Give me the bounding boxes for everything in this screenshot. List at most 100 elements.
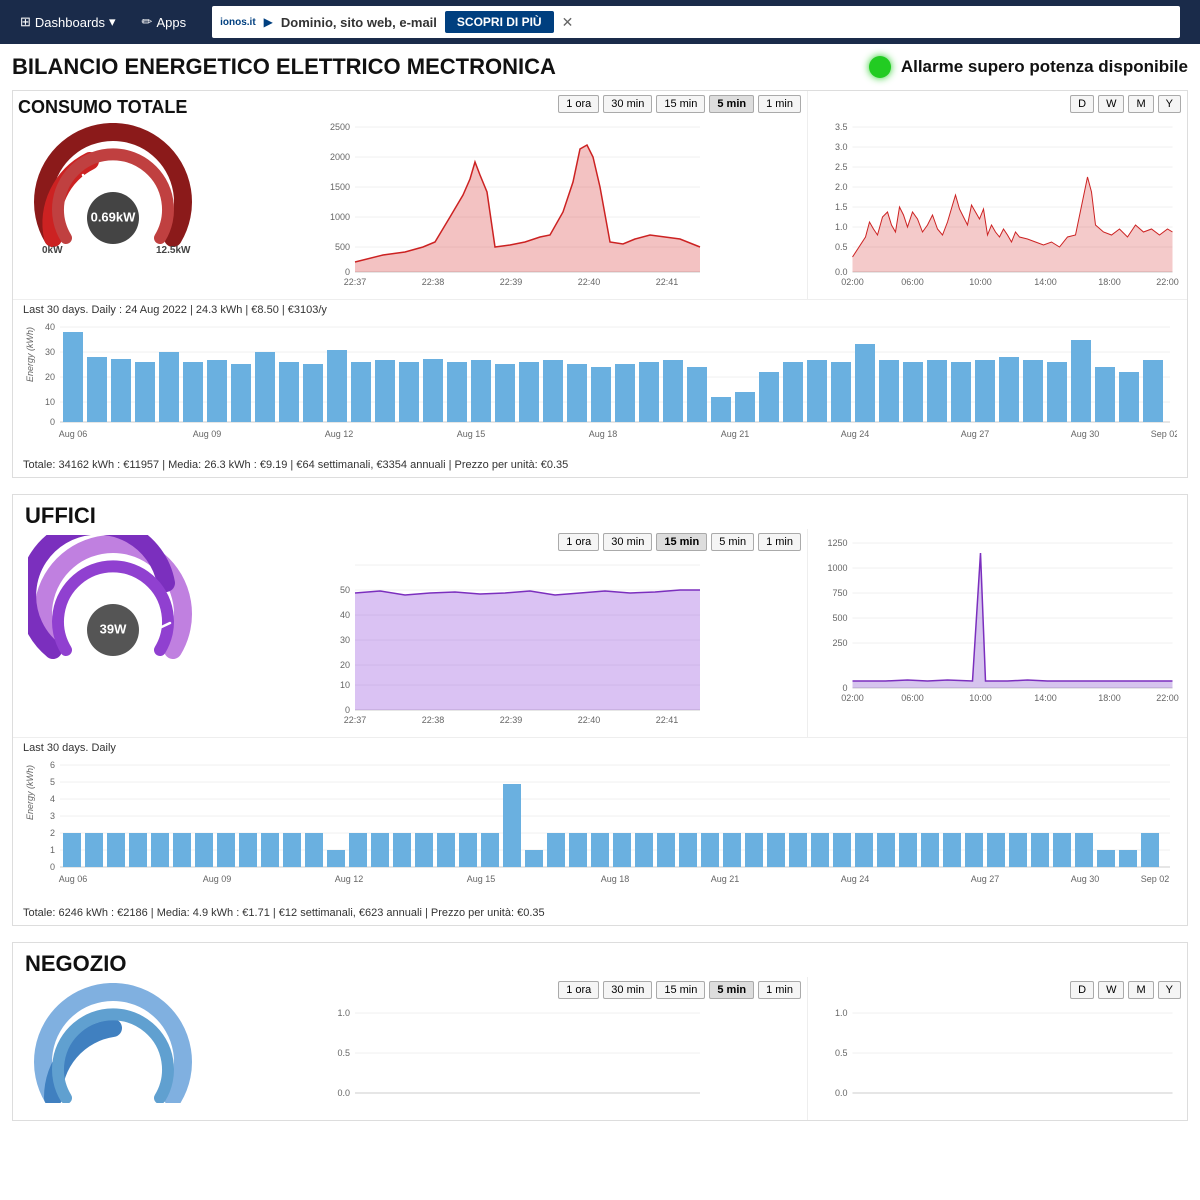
svg-text:10:00: 10:00 <box>969 693 992 703</box>
uffici-alarm-svg: 0 250 500 750 1000 1250 02:00 06:00 10:0… <box>814 533 1181 718</box>
time-btn-1ora[interactable]: 1 ora <box>558 95 599 113</box>
negozio-alarm-btn-W[interactable]: W <box>1098 981 1124 999</box>
ad-banner: ionos.it ▶ Dominio, sito web, e-mail SCO… <box>212 6 1180 38</box>
dashboards-button[interactable]: ⊞ Dashboards ▾ <box>10 8 126 36</box>
negozio-time-btn-1min[interactable]: 1 min <box>758 981 801 999</box>
negozio-alarm-time-buttons: D W M Y <box>814 981 1181 999</box>
svg-text:0kW: 0kW <box>42 245 63 256</box>
consumo-time-buttons: 1 ora 30 min 15 min 5 min 1 min <box>219 95 801 113</box>
svg-text:22:40: 22:40 <box>578 277 601 287</box>
negozio-time-btn-5min[interactable]: 5 min <box>709 981 754 999</box>
consumo-realtime-chart-box: 1 ora 30 min 15 min 5 min 1 min <box>213 91 807 299</box>
negozio-title: NEGOZIO <box>13 943 1187 977</box>
uffici-bar-chart: 0 1 2 3 4 5 6 <box>13 756 1187 905</box>
svg-text:Aug 30: Aug 30 <box>1071 429 1100 439</box>
svg-text:10: 10 <box>45 397 55 407</box>
page-title: BILANCIO ENERGETICO ELETTRICO MECTRONICA <box>12 54 556 80</box>
svg-text:3.5: 3.5 <box>835 122 848 132</box>
title-line1: BILANCIO ENERGETICO ELETTRICO MECTRONICA <box>12 54 556 80</box>
uffici-time-btn-1ora[interactable]: 1 ora <box>558 533 599 551</box>
svg-text:0.5: 0.5 <box>337 1048 350 1058</box>
consumo-totale-row: Totale: 34162 kWh : €11957 | Media: 26.3… <box>13 457 1187 477</box>
uffici-time-btn-30min[interactable]: 30 min <box>603 533 652 551</box>
svg-text:2: 2 <box>50 828 55 838</box>
apps-label: Apps <box>156 15 186 30</box>
uffici-top-row: 39W 1 ora 30 min 15 min 5 min 1 min <box>13 529 1187 737</box>
svg-text:Aug 24: Aug 24 <box>841 429 870 439</box>
alarm-btn-Y[interactable]: Y <box>1158 95 1181 113</box>
svg-text:18:00: 18:00 <box>1098 277 1121 287</box>
svg-text:18:00: 18:00 <box>1098 693 1121 703</box>
svg-text:Aug 12: Aug 12 <box>325 429 354 439</box>
time-btn-15min[interactable]: 15 min <box>656 95 705 113</box>
uffici-realtime-chart-box: 1 ora 30 min 15 min 5 min 1 min <box>213 529 807 737</box>
uffici-title: UFFICI <box>13 495 1187 529</box>
ad-close-button[interactable]: ✕ <box>562 14 574 31</box>
svg-text:Aug 09: Aug 09 <box>203 874 232 884</box>
svg-text:20: 20 <box>340 660 350 670</box>
svg-text:3: 3 <box>50 811 55 821</box>
consumo-left-panel: CONSUMO TOTALE 0.69kW <box>13 91 213 299</box>
svg-text:22:37: 22:37 <box>344 715 367 725</box>
alarm-btn-D[interactable]: D <box>1070 95 1094 113</box>
svg-text:2.5: 2.5 <box>835 162 848 172</box>
svg-text:22:41: 22:41 <box>656 277 679 287</box>
svg-text:Aug 06: Aug 06 <box>59 874 88 884</box>
svg-text:Aug 21: Aug 21 <box>711 874 740 884</box>
svg-text:10: 10 <box>340 680 350 690</box>
svg-text:500: 500 <box>335 242 350 252</box>
apps-button[interactable]: ✏ Apps <box>132 8 197 36</box>
svg-text:1.0: 1.0 <box>835 1008 848 1018</box>
svg-text:06:00: 06:00 <box>901 277 924 287</box>
negozio-time-buttons: 1 ora 30 min 15 min 5 min 1 min <box>219 981 801 999</box>
uffici-gauge: 39W <box>28 535 198 680</box>
svg-text:06:00: 06:00 <box>901 693 924 703</box>
svg-text:0: 0 <box>842 683 847 693</box>
svg-text:22:39: 22:39 <box>500 277 523 287</box>
svg-text:1.0: 1.0 <box>835 222 848 232</box>
svg-text:12.5kW: 12.5kW <box>156 245 191 256</box>
uffici-time-btn-1min[interactable]: 1 min <box>758 533 801 551</box>
svg-text:Aug 27: Aug 27 <box>961 429 990 439</box>
negozio-alarm-btn-M[interactable]: M <box>1128 981 1153 999</box>
ad-cta-button[interactable]: SCOPRI DI PIÙ <box>445 11 554 33</box>
consumo-bar-svg: 0 10 20 30 40 <box>23 322 1177 452</box>
svg-text:0: 0 <box>50 862 55 872</box>
svg-text:40: 40 <box>340 610 350 620</box>
time-btn-30min[interactable]: 30 min <box>603 95 652 113</box>
svg-text:Aug 15: Aug 15 <box>467 874 496 884</box>
svg-text:0.5: 0.5 <box>835 242 848 252</box>
svg-text:500: 500 <box>832 613 847 623</box>
svg-text:22:38: 22:38 <box>422 715 445 725</box>
svg-text:39W: 39W <box>100 621 127 636</box>
svg-text:250: 250 <box>832 638 847 648</box>
negozio-alarm-btn-D[interactable]: D <box>1070 981 1094 999</box>
negozio-alarm-chart-box: D W M Y 0.0 0.5 1.0 <box>807 977 1187 1120</box>
svg-text:Aug 18: Aug 18 <box>589 429 618 439</box>
uffici-charts-container: 1 ora 30 min 15 min 5 min 1 min <box>213 529 1187 737</box>
time-btn-1min[interactable]: 1 min <box>758 95 801 113</box>
negozio-alarm-svg: 0.0 0.5 1.0 <box>814 1003 1181 1113</box>
uffici-time-btn-15min[interactable]: 15 min <box>656 533 707 551</box>
consumo-alarm-chart-box: D W M Y <box>807 91 1187 299</box>
svg-text:5: 5 <box>50 777 55 787</box>
svg-text:1500: 1500 <box>330 182 350 192</box>
alarm-label: Allarme supero potenza disponibile <box>901 57 1188 77</box>
negozio-time-btn-15min[interactable]: 15 min <box>656 981 705 999</box>
negozio-time-btn-1ora[interactable]: 1 ora <box>558 981 599 999</box>
negozio-time-btn-30min[interactable]: 30 min <box>603 981 652 999</box>
uffici-time-btn-5min[interactable]: 5 min <box>711 533 754 551</box>
ad-text: Dominio, sito web, e-mail <box>281 15 437 30</box>
consumo-alarm-svg: 0.0 0.5 1.0 1.5 2.0 2.5 3.0 3.5 02:00 06 <box>814 117 1181 292</box>
svg-text:Aug 18: Aug 18 <box>601 874 630 884</box>
svg-text:Sep 02: Sep 02 <box>1141 874 1170 884</box>
consumo-top-row: CONSUMO TOTALE 0.69kW <box>13 91 1187 299</box>
consumo-totale-label: CONSUMO TOTALE <box>13 97 187 118</box>
alarm-btn-M[interactable]: M <box>1128 95 1153 113</box>
main-content: BILANCIO ENERGETICO ELETTRICO MECTRONICA… <box>0 44 1200 1147</box>
negozio-alarm-btn-Y[interactable]: Y <box>1158 981 1181 999</box>
time-btn-5min[interactable]: 5 min <box>709 95 754 113</box>
svg-text:Energy (kWh): Energy (kWh) <box>25 327 35 382</box>
consumo-totale-section: CONSUMO TOTALE 0.69kW <box>12 90 1188 478</box>
alarm-btn-W[interactable]: W <box>1098 95 1124 113</box>
